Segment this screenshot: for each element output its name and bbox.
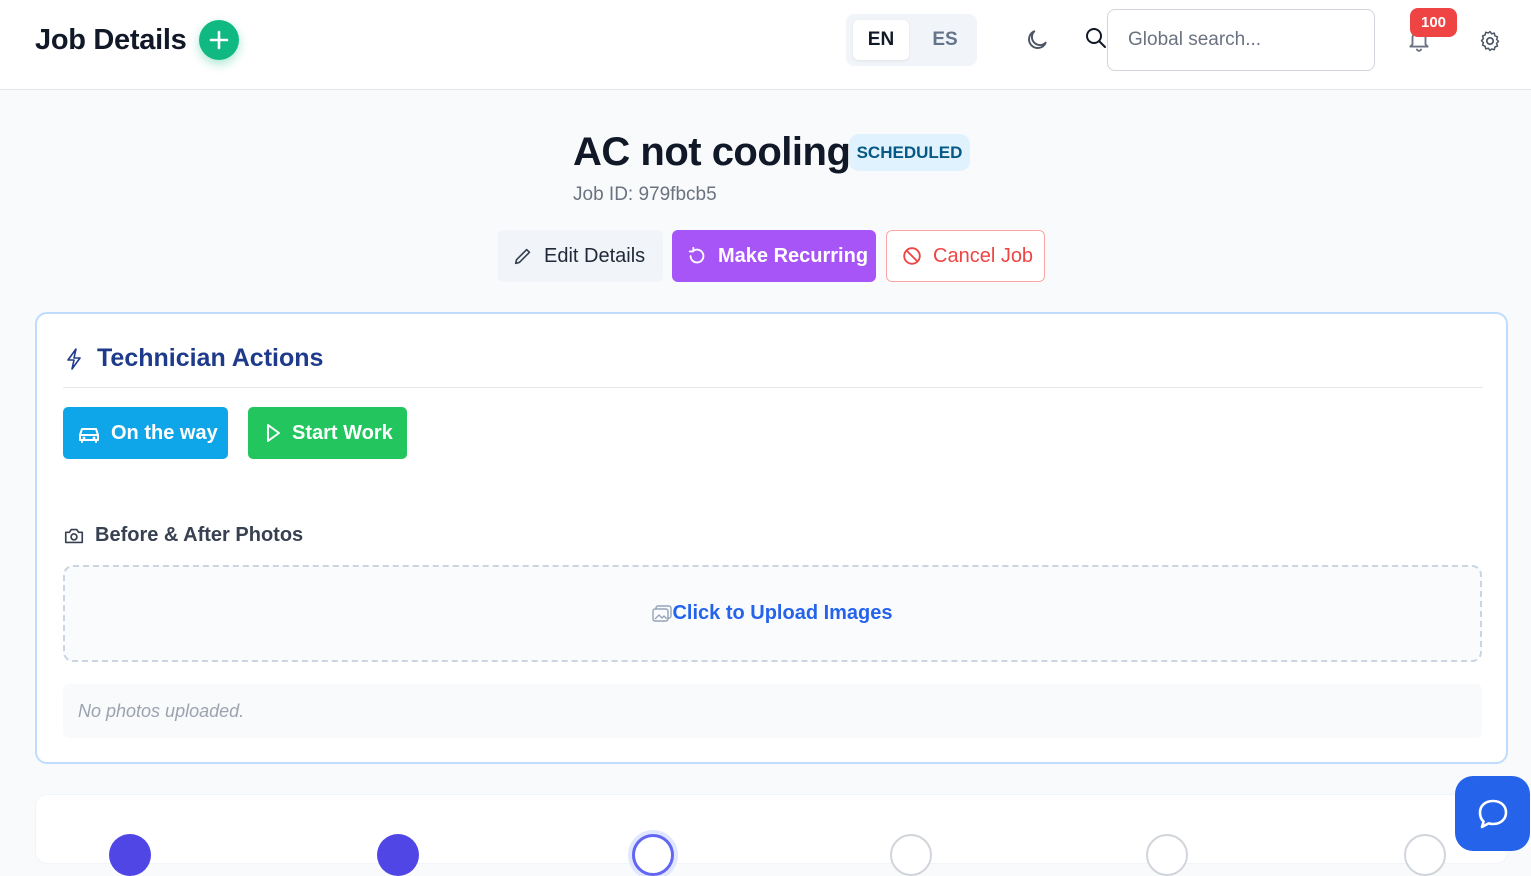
technician-actions-card: Technician Actions On the way Start Work… xyxy=(35,312,1508,764)
top-bar: Job Details EN ES 100 xyxy=(0,0,1531,90)
progress-step-4 xyxy=(890,834,932,876)
pencil-icon xyxy=(514,248,531,265)
notification-count-badge: 100 xyxy=(1410,8,1457,37)
make-recurring-button[interactable]: Make Recurring xyxy=(672,230,876,282)
start-work-label: Start Work xyxy=(292,421,393,444)
photos-heading: Before & After Photos xyxy=(63,524,303,547)
language-option-en[interactable]: EN xyxy=(853,20,909,60)
global-search-input[interactable] xyxy=(1107,9,1375,71)
ban-icon xyxy=(903,247,921,265)
image-icon xyxy=(652,604,673,622)
chat-support-button[interactable] xyxy=(1455,776,1530,851)
cancel-job-label: Cancel Job xyxy=(933,244,1034,267)
camera-icon xyxy=(64,528,84,543)
job-id: Job ID: 979fbcb5 xyxy=(573,184,717,205)
job-progress-card xyxy=(35,794,1508,876)
progress-step-3 xyxy=(632,834,674,876)
progress-step-2 xyxy=(377,834,419,876)
upload-images-label: Click to Upload Images xyxy=(672,602,893,624)
progress-step-1 xyxy=(109,834,151,876)
page-title: Job Details xyxy=(35,24,187,56)
progress-step-6 xyxy=(1404,834,1446,876)
technician-actions-heading: Technician Actions xyxy=(65,344,323,373)
rotate-icon xyxy=(688,246,705,264)
divider xyxy=(63,387,1483,388)
on-the-way-button[interactable]: On the way xyxy=(63,407,228,459)
start-work-button[interactable]: Start Work xyxy=(248,407,407,459)
make-recurring-label: Make Recurring xyxy=(718,244,869,267)
job-title: AC not cooling xyxy=(573,130,851,174)
play-icon xyxy=(267,424,280,442)
language-option-es[interactable]: ES xyxy=(917,20,973,60)
theme-toggle-button[interactable] xyxy=(1021,24,1053,56)
chat-icon xyxy=(1478,799,1507,828)
cancel-job-button[interactable]: Cancel Job xyxy=(886,230,1045,282)
settings-button[interactable] xyxy=(1478,29,1502,53)
plus-icon xyxy=(209,30,229,50)
no-photos-message: No photos uploaded. xyxy=(63,684,1482,738)
car-icon xyxy=(79,428,99,443)
upload-images-link[interactable]: Click to Upload Images xyxy=(652,602,893,625)
lightning-icon xyxy=(67,347,81,370)
status-badge: SCHEDULED xyxy=(849,134,970,171)
gear-icon xyxy=(1480,30,1500,52)
progress-step-5 xyxy=(1146,834,1188,876)
edit-details-button[interactable]: Edit Details xyxy=(498,230,663,282)
edit-details-label: Edit Details xyxy=(544,244,646,267)
photo-upload-dropzone[interactable]: Click to Upload Images xyxy=(63,565,1482,662)
moon-icon xyxy=(1028,30,1047,49)
language-toggle: EN ES xyxy=(846,14,977,66)
photos-heading-label: Before & After Photos xyxy=(95,524,304,546)
technician-actions-title: Technician Actions xyxy=(97,344,324,372)
on-the-way-label: On the way xyxy=(111,421,218,444)
add-job-button[interactable] xyxy=(199,20,239,60)
